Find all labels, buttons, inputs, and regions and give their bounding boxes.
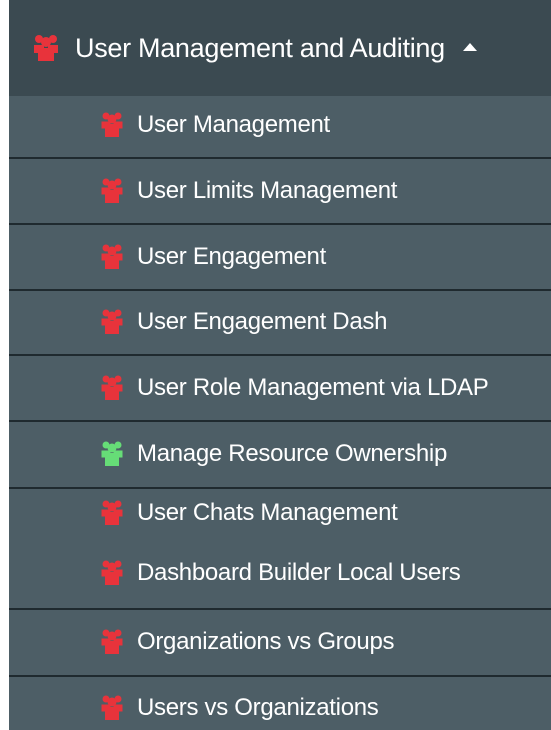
users-group-icon xyxy=(101,374,123,402)
menu-item-user-engagement[interactable]: User Engagement xyxy=(9,224,551,290)
menu-item-label: User Chats Management xyxy=(137,499,398,526)
users-group-icon xyxy=(101,177,123,205)
menu-item-dashboard-builder-local-users[interactable]: Dashboard Builder Local Users xyxy=(9,540,551,606)
menu-item-label: User Role Management via LDAP xyxy=(137,374,489,401)
users-group-icon xyxy=(101,243,123,271)
users-group-icon xyxy=(101,628,123,656)
menu-item-users-vs-organizations[interactable]: Users vs Organizations xyxy=(9,675,551,730)
menu-item-label: Users vs Organizations xyxy=(137,694,379,721)
users-group-icon xyxy=(101,499,123,527)
menu-item-label: User Engagement xyxy=(137,243,326,270)
caret-up-icon[interactable] xyxy=(462,43,477,51)
menu-section-header[interactable]: User Management and Auditing xyxy=(9,0,551,96)
sidebar-menu: User Management and Auditing User Manage… xyxy=(9,0,551,730)
users-group-icon xyxy=(101,308,123,336)
menu-item-manage-resource-ownership[interactable]: Manage Resource Ownership xyxy=(9,421,551,487)
menu-item-user-role-management-ldap[interactable]: User Role Management via LDAP xyxy=(9,355,551,421)
users-group-icon xyxy=(33,33,59,63)
users-group-icon xyxy=(101,440,123,468)
menu-item-user-limits-management[interactable]: User Limits Management xyxy=(9,158,551,224)
menu-section-label: User Management and Auditing xyxy=(75,32,445,63)
menu-item-user-management[interactable]: User Management xyxy=(9,92,551,158)
menu-item-user-chats-management[interactable]: User Chats Management xyxy=(9,480,551,546)
users-group-icon xyxy=(101,694,123,722)
menu-item-label: Manage Resource Ownership xyxy=(137,440,447,467)
menu-item-label: User Engagement Dash xyxy=(137,308,388,335)
menu-item-user-engagement-dash[interactable]: User Engagement Dash xyxy=(9,289,551,355)
menu-item-label: User Management xyxy=(137,111,330,138)
menu-item-label: User Limits Management xyxy=(137,177,398,204)
menu-item-label: Dashboard Builder Local Users xyxy=(137,559,461,586)
users-group-icon xyxy=(101,111,123,139)
users-group-icon xyxy=(101,559,123,587)
menu-item-organizations-vs-groups[interactable]: Organizations vs Groups xyxy=(9,609,551,675)
menu-item-label: Organizations vs Groups xyxy=(137,628,395,655)
